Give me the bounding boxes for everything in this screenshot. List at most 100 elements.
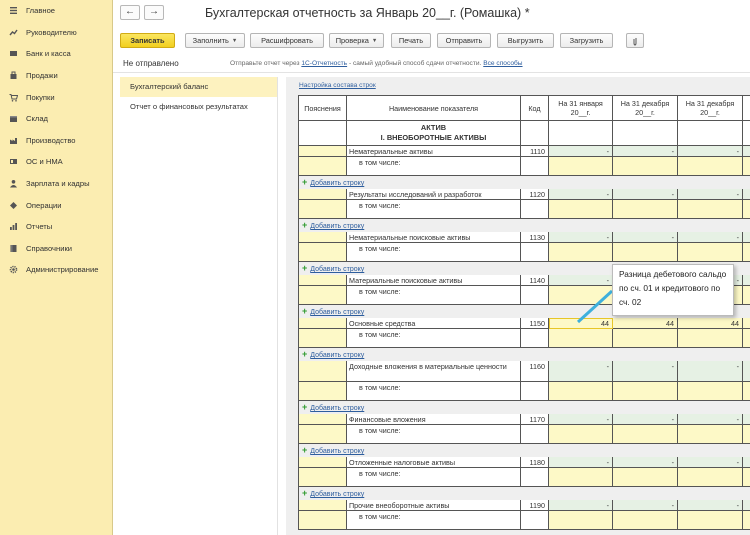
value-cell[interactable]: - bbox=[678, 457, 743, 468]
sidebar-item[interactable]: Производство bbox=[0, 130, 112, 152]
sidebar-item[interactable]: Справочники bbox=[0, 238, 112, 260]
forward-button[interactable]: → bbox=[144, 5, 164, 20]
table-cell[interactable] bbox=[549, 511, 613, 530]
back-button[interactable]: ← bbox=[120, 5, 140, 20]
table-cell[interactable] bbox=[678, 200, 743, 219]
value-cell[interactable]: - bbox=[678, 189, 743, 200]
table-cell[interactable] bbox=[743, 243, 750, 262]
check-button[interactable]: Проверка ▼ bbox=[329, 33, 384, 48]
table-cell[interactable] bbox=[613, 511, 678, 530]
value-cell[interactable]: - bbox=[678, 232, 743, 243]
value-cell[interactable]: - bbox=[613, 189, 678, 200]
table-cell[interactable] bbox=[678, 243, 743, 262]
decode-button[interactable]: Расшифровать bbox=[250, 33, 324, 48]
table-cell[interactable] bbox=[743, 511, 750, 530]
sidebar-item[interactable]: Покупки bbox=[0, 86, 112, 108]
table-cell[interactable] bbox=[549, 468, 613, 487]
value-cell[interactable]: - bbox=[678, 414, 743, 425]
value-cell[interactable]: 44 bbox=[549, 318, 613, 329]
table-cell[interactable] bbox=[613, 468, 678, 487]
value-cell[interactable]: - bbox=[549, 414, 613, 425]
add-row-link[interactable]: + Добавить строку bbox=[299, 176, 750, 189]
add-row-link[interactable]: + Добавить строку bbox=[299, 444, 750, 457]
value-cell[interactable]: - bbox=[613, 457, 678, 468]
add-row-label[interactable]: Добавить строку bbox=[310, 405, 364, 412]
table-cell[interactable] bbox=[743, 457, 750, 468]
sidebar-item[interactable]: Операции bbox=[0, 194, 112, 216]
table-cell[interactable] bbox=[299, 361, 347, 382]
table-cell[interactable] bbox=[743, 286, 750, 305]
value-cell[interactable]: - bbox=[613, 146, 678, 157]
table-cell[interactable] bbox=[299, 275, 347, 286]
value-cell[interactable]: - bbox=[678, 500, 743, 511]
value-cell[interactable]: - bbox=[678, 361, 743, 382]
value-cell[interactable]: - bbox=[549, 189, 613, 200]
table-cell[interactable] bbox=[743, 275, 750, 286]
table-cell[interactable] bbox=[743, 500, 750, 511]
table-cell[interactable] bbox=[678, 511, 743, 530]
table-cell[interactable] bbox=[299, 425, 347, 444]
row-settings-link[interactable]: Настройка состава строк bbox=[299, 82, 376, 89]
sidebar-item[interactable]: Администрирование bbox=[0, 259, 112, 281]
sidebar-item[interactable]: Главное bbox=[0, 0, 112, 22]
print-button[interactable]: Печать bbox=[391, 33, 431, 48]
add-row-label[interactable]: Добавить строку bbox=[310, 309, 364, 316]
table-cell[interactable] bbox=[299, 157, 347, 176]
sidebar-item[interactable]: Склад bbox=[0, 108, 112, 130]
table-cell[interactable] bbox=[678, 329, 743, 348]
load-button[interactable]: Загрузить bbox=[560, 33, 613, 48]
table-cell[interactable] bbox=[299, 189, 347, 200]
table-cell[interactable] bbox=[299, 468, 347, 487]
table-cell[interactable] bbox=[299, 318, 347, 329]
add-row-label[interactable]: Добавить строку bbox=[310, 491, 364, 498]
sidebar-item[interactable]: Зарплата и кадры bbox=[0, 173, 112, 195]
table-cell[interactable] bbox=[299, 382, 347, 401]
table-cell[interactable] bbox=[743, 382, 750, 401]
table-cell[interactable] bbox=[743, 468, 750, 487]
table-cell[interactable] bbox=[613, 243, 678, 262]
table-cell[interactable] bbox=[549, 286, 613, 305]
record-button[interactable]: Записать bbox=[120, 33, 175, 48]
table-cell[interactable] bbox=[678, 382, 743, 401]
export-button[interactable]: Выгрузить bbox=[497, 33, 554, 48]
table-cell[interactable] bbox=[678, 468, 743, 487]
sidebar-item[interactable]: Продажи bbox=[0, 65, 112, 87]
table-cell[interactable] bbox=[549, 329, 613, 348]
attach-button[interactable] bbox=[626, 33, 644, 48]
value-cell[interactable]: - bbox=[549, 457, 613, 468]
table-cell[interactable] bbox=[299, 511, 347, 530]
value-cell[interactable]: - bbox=[613, 414, 678, 425]
add-row-label[interactable]: Добавить строку bbox=[310, 180, 364, 187]
table-cell[interactable] bbox=[549, 200, 613, 219]
section-balance-sheet[interactable]: Бухгалтерский баланс bbox=[120, 77, 277, 97]
table-cell[interactable] bbox=[743, 157, 750, 176]
add-row-link[interactable]: + Добавить строку bbox=[299, 348, 750, 361]
value-cell[interactable]: - bbox=[549, 500, 613, 511]
table-cell[interactable] bbox=[613, 200, 678, 219]
value-cell[interactable]: - bbox=[549, 232, 613, 243]
value-cell[interactable]: - bbox=[549, 146, 613, 157]
table-cell[interactable] bbox=[549, 243, 613, 262]
table-cell[interactable] bbox=[743, 232, 750, 243]
table-cell[interactable] bbox=[613, 382, 678, 401]
value-cell[interactable]: - bbox=[613, 361, 678, 382]
table-cell[interactable] bbox=[549, 425, 613, 444]
add-row-label[interactable]: Добавить строку bbox=[310, 352, 364, 359]
value-cell[interactable]: - bbox=[678, 146, 743, 157]
value-cell[interactable]: 44 bbox=[678, 318, 743, 329]
table-cell[interactable] bbox=[613, 329, 678, 348]
table-cell[interactable] bbox=[299, 329, 347, 348]
fill-button[interactable]: Заполнить ▼ bbox=[185, 33, 245, 48]
section-financial-results[interactable]: Отчет о финансовых результатах bbox=[120, 97, 277, 117]
add-row-link[interactable]: + Добавить строку bbox=[299, 487, 750, 500]
sidebar-item[interactable]: Банк и касса bbox=[0, 43, 112, 65]
table-cell[interactable] bbox=[743, 318, 750, 329]
sidebar-item[interactable]: ОС и НМА bbox=[0, 151, 112, 173]
table-cell[interactable] bbox=[743, 414, 750, 425]
table-cell[interactable] bbox=[299, 457, 347, 468]
table-cell[interactable] bbox=[299, 286, 347, 305]
table-cell[interactable] bbox=[743, 329, 750, 348]
table-cell[interactable] bbox=[743, 146, 750, 157]
table-cell[interactable] bbox=[743, 189, 750, 200]
all-methods-link[interactable]: Все способы bbox=[483, 60, 522, 67]
